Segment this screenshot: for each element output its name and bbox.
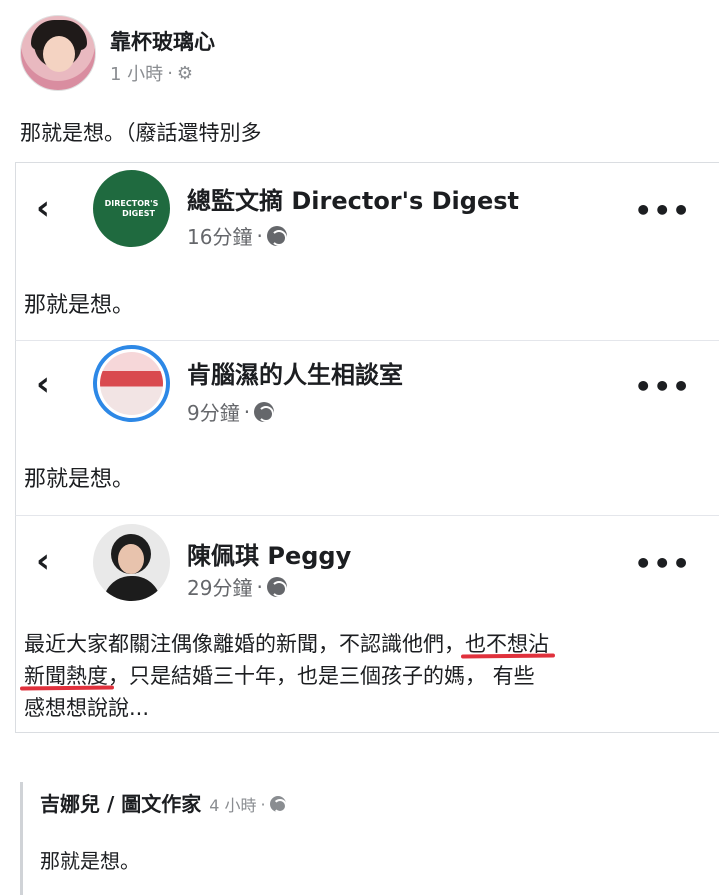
avatar-logo-text-line2: DIGEST [122,208,155,218]
globe-icon [266,576,287,597]
quote-bar [20,782,23,895]
back-chevron-icon[interactable]: ‹ [36,544,50,578]
post-meta: 1 小時 · ⚙ [110,60,193,86]
post-text-line-3: 感想想說說... [24,696,150,720]
avatar-face [118,544,144,574]
post-text-line-1: 最近大家都關注偶像離婚的新聞，不認識他們，也不想沾 [24,628,708,660]
meta-separator: · [256,223,263,248]
avatar-image [100,352,163,415]
globe-icon [266,225,287,246]
comment-header: 吉娜兒 / 圖文作家 4 小時 · [40,788,287,817]
avatar-logo-text-line1: DIRECTOR'S [104,198,159,208]
comment-author-name[interactable]: 吉娜兒 / 圖文作家 [40,788,201,817]
page-name[interactable]: 總監文摘 Director's Digest [187,181,519,216]
more-options-icon[interactable]: ••• [634,197,691,225]
post-meta: 16分鐘 · [187,221,287,250]
back-chevron-icon[interactable]: ‹ [36,367,50,401]
underlined-text: 也不想沾 [465,632,549,656]
gear-icon[interactable]: ⚙ [177,63,193,84]
comment-text: 那就是想。 [40,849,140,873]
more-options-icon[interactable]: ••• [634,550,691,578]
comment-time[interactable]: 4 小時 [209,792,256,816]
post-text: 那就是想。 [24,293,135,318]
globe-icon [254,401,275,422]
author-avatar[interactable] [20,15,96,91]
meta-separator: · [243,399,251,424]
screenshot-card-peggy: ‹ 陳佩琪 Peggy 29分鐘 · ••• 最近大家都關注偶像離婚的新聞，不認… [15,515,719,733]
post-time[interactable]: 1 小時 [110,60,163,86]
comment-meta: 4 小時 · [209,792,287,816]
avatar-body [103,576,161,601]
underlined-text: 新聞熱度 [24,664,108,688]
post-meta: 29分鐘 · [187,572,287,601]
screenshot-card-kennaoshi: ‹ 肯腦濕的人生相談室 9分鐘 · ••• 那就是想。 [15,340,719,516]
profile-name[interactable]: 陳佩琪 Peggy [187,536,351,571]
post-meta: 9分鐘 · [187,397,275,426]
post-text: 最近大家都關注偶像離婚的新聞，不認識他們，也不想沾 新聞熱度，只是結婚三十年，也… [24,628,708,724]
post-text: 那就是想。 [24,467,135,492]
post-text: 那就是想。（廢話還特別多 [20,121,262,145]
post-author-name[interactable]: 靠杯玻璃心 [110,26,215,56]
page-avatar-directors-digest[interactable]: DIRECTOR'S DIGEST [93,170,170,247]
back-chevron-icon[interactable]: ‹ [36,191,50,225]
meta-separator: · [167,62,173,84]
post-time[interactable]: 29分鐘 [187,572,252,601]
post-text-plain: 最近大家都關注偶像離婚的新聞，不認識他們， [24,632,465,656]
meta-separator: · [260,794,266,814]
post-time[interactable]: 16分鐘 [187,221,252,250]
main-post: 靠杯玻璃心 1 小時 · ⚙ 那就是想。（廢話還特別多 [0,0,719,160]
globe-icon [269,796,287,813]
screenshot-card-directors-digest: ‹ DIRECTOR'S DIGEST 總監文摘 Director's Dige… [15,162,719,342]
profile-avatar-peggy[interactable] [93,524,170,601]
post-time[interactable]: 9分鐘 [187,397,240,426]
page-name[interactable]: 肯腦濕的人生相談室 [187,355,403,390]
meta-separator: · [256,574,263,599]
more-options-icon[interactable]: ••• [634,373,691,401]
page-avatar-story-ring[interactable] [93,345,170,422]
post-text-line-2: 新聞熱度，只是結婚三十年，也是三個孩子的媽， 有些 [24,660,708,692]
post-text-plain: ，只是結婚三十年，也是三個孩子的媽， 有些 [108,664,535,688]
avatar-face [43,36,75,72]
